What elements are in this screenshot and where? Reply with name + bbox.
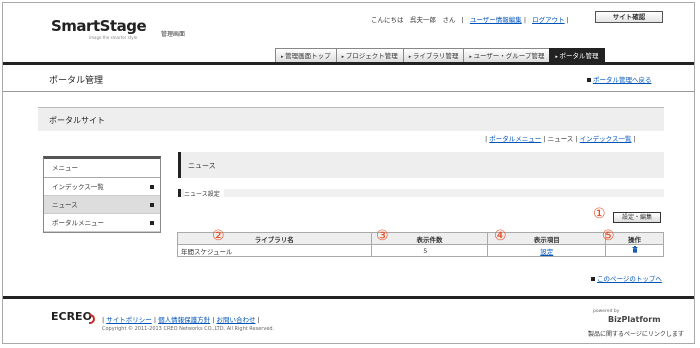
news-library-table: ライブラリ名 表示件数 表示項目 操作 年間スケジュール 5 設定 xyxy=(177,232,664,257)
logo-tagline: image the smarter style xyxy=(89,35,138,40)
page-title: ポータル管理 xyxy=(49,76,104,86)
sub-links: | ポータルメニュー | ニュース | インデックス一覧 | xyxy=(485,135,636,143)
side-menu-heading: メニュー xyxy=(44,159,160,178)
section-header xyxy=(38,107,664,131)
annotation-3: ③ xyxy=(376,228,389,244)
menu-item-label: ニュース xyxy=(52,201,78,209)
nav-library-management[interactable]: ライブラリ管理 xyxy=(402,48,465,62)
header-divider xyxy=(3,62,694,65)
footer-links: | サイトポリシー | 個人情報保護方針 | お問い合わせ | xyxy=(102,316,260,324)
nav-user-group-management[interactable]: ユーザー・グループ管理 xyxy=(463,48,551,62)
page-top-link[interactable]: このページのトップへ xyxy=(591,273,662,283)
square-bullet-icon xyxy=(591,277,595,281)
back-to-portal-link[interactable]: ポータル管理へ戻る xyxy=(587,74,652,84)
bizplatform-logo[interactable]: BizPlatform xyxy=(608,315,661,324)
smartstage-logo[interactable]: SmartStage xyxy=(51,17,147,35)
display-item-setting-link[interactable]: 設定 xyxy=(540,248,553,256)
page-top-link-text[interactable]: このページのトップへ xyxy=(597,275,662,283)
menu-item-label: ポータルメニュー xyxy=(52,219,104,227)
delete-icon[interactable] xyxy=(632,246,638,253)
menu-item-index-list[interactable]: インデックス一覧 xyxy=(44,178,160,196)
menu-item-portal-menu[interactable]: ポータルメニュー xyxy=(44,214,160,232)
col-library-name: ライブラリ名 xyxy=(177,232,372,245)
footer-site-policy-link[interactable]: サイトポリシー xyxy=(106,316,152,324)
product-link-note: 製品に関するページにリンクします xyxy=(588,331,684,338)
display-count-cell: 5 xyxy=(370,244,489,257)
user-info-edit-link[interactable]: ユーザー情報編集 xyxy=(470,16,522,24)
menu-item-news[interactable]: ニュース xyxy=(44,196,160,214)
nav-project-management[interactable]: プロジェクト管理 xyxy=(335,48,404,62)
operation-cell xyxy=(605,244,664,257)
footer-divider xyxy=(3,296,694,299)
side-menu: メニュー インデックス一覧 ニュース ポータルメニュー xyxy=(43,156,161,233)
page-frame: SmartStage image the smarter style 管理画面 … xyxy=(2,2,695,344)
copyright-text: Copyright © 2011-2013 CREO Networks CO.,… xyxy=(102,326,275,332)
admin-title: 管理画面 xyxy=(161,31,186,38)
footer-contact-link[interactable]: お問い合わせ xyxy=(216,316,255,324)
section-title: ポータルサイト xyxy=(49,116,105,125)
sub-link-portal-menu[interactable]: ポータルメニュー xyxy=(489,135,541,143)
main-nav: 管理画面トップ プロジェクト管理 ライブラリ管理 ユーザー・グループ管理 ポータ… xyxy=(275,48,605,62)
news-header xyxy=(178,152,664,178)
top-links: こんにちは 呉夫一郎 さん | ユーザー情報編集 | ログアウト | xyxy=(371,16,569,24)
square-bullet-icon xyxy=(587,78,591,82)
news-title: ニュース xyxy=(188,162,216,170)
site-confirm-button[interactable]: サイト確認 xyxy=(595,11,663,23)
square-bullet-icon xyxy=(150,203,154,207)
logout-link[interactable]: ログアウト xyxy=(532,16,565,24)
news-setting-bar xyxy=(178,189,664,197)
ecreo-logo[interactable]: ECREO xyxy=(51,310,92,323)
table-row: 年間スケジュール 5 設定 xyxy=(177,244,664,257)
annotation-2: ② xyxy=(212,228,225,244)
table-header-row: ライブラリ名 表示件数 表示項目 操作 xyxy=(177,232,664,245)
footer-privacy-link[interactable]: 個人情報保護方針 xyxy=(158,316,210,324)
square-bullet-icon xyxy=(150,221,154,225)
library-name-cell: 年間スケジュール xyxy=(177,244,372,257)
powered-by-text: powered by xyxy=(593,309,620,314)
display-item-cell: 設定 xyxy=(487,244,607,257)
nav-admin-top[interactable]: 管理画面トップ xyxy=(275,48,337,62)
square-bullet-icon xyxy=(150,185,154,189)
back-link-text[interactable]: ポータル管理へ戻る xyxy=(593,76,652,84)
title-divider xyxy=(3,91,694,92)
annotation-5: ⑤ xyxy=(602,228,615,244)
annotation-1: ① xyxy=(593,206,606,222)
menu-item-label: インデックス一覧 xyxy=(52,183,104,191)
greeting-text: こんにちは 呉夫一郎 さん xyxy=(371,16,456,24)
settings-edit-button[interactable]: 設定・編集 xyxy=(613,212,661,223)
nav-portal-management[interactable]: ポータル管理 xyxy=(549,48,605,62)
news-setting-label: ニュース設定 xyxy=(184,189,224,198)
sub-link-news: ニュース xyxy=(547,135,574,143)
ecreo-logo-mark xyxy=(89,314,95,324)
annotation-4: ④ xyxy=(494,228,507,244)
sub-link-index-list[interactable]: インデックス一覧 xyxy=(580,135,632,143)
